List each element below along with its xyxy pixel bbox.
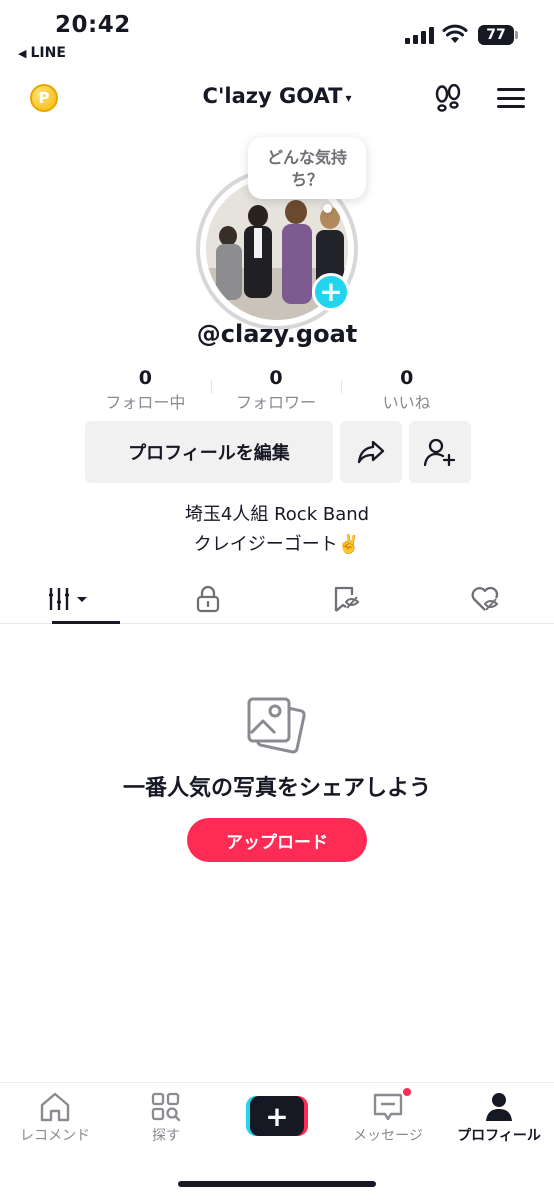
nav-label: レコメンド xyxy=(20,1128,90,1144)
nav-profile[interactable]: プロフィール xyxy=(444,1091,554,1145)
stat-likes[interactable]: 0 いいね xyxy=(341,366,472,418)
wifi-icon xyxy=(442,24,468,43)
battery-level: 77 xyxy=(486,27,506,43)
content-tabs xyxy=(0,574,554,624)
home-indicator[interactable] xyxy=(178,1181,376,1187)
liked-hidden-icon xyxy=(471,586,499,611)
stat-followers[interactable]: 0 フォロワー xyxy=(210,366,342,418)
profile-icon xyxy=(486,1093,512,1121)
footprints-icon[interactable] xyxy=(433,84,463,114)
inbox-icon xyxy=(373,1093,403,1121)
profile-header: P C'lazy GOAT ▾ xyxy=(0,72,554,124)
upload-button[interactable]: アップロード xyxy=(187,818,367,862)
plus-icon: + xyxy=(250,1096,304,1136)
create-button[interactable]: + xyxy=(246,1096,308,1136)
explore-icon xyxy=(151,1092,181,1122)
back-app-label: LINE xyxy=(30,45,66,61)
edit-profile-button[interactable]: プロフィールを編集 xyxy=(85,421,333,483)
plus-icon: + xyxy=(319,275,343,308)
profile-stats: 0 フォロー中 0 フォロワー 0 いいね xyxy=(80,366,472,418)
notification-dot xyxy=(401,1086,413,1098)
hamburger-menu-icon[interactable] xyxy=(497,85,525,111)
add-story-button[interactable]: + xyxy=(312,273,350,311)
status-bar: 20:42 ◀ LINE 77 xyxy=(0,0,554,70)
bio-line: 埼玉4人組 Rock Band xyxy=(184,504,370,525)
nav-inbox[interactable]: メッセージ xyxy=(333,1091,443,1145)
stat-label: フォロワー xyxy=(236,393,317,412)
bookmark-icon xyxy=(335,586,360,612)
add-user-icon xyxy=(424,438,456,467)
stat-label: いいね xyxy=(382,393,431,412)
empty-state-title: 一番人気の写真をシェアしよう xyxy=(122,776,431,801)
nav-explore[interactable]: 探す xyxy=(111,1091,221,1145)
profile-username: @clazy.goat xyxy=(196,320,358,348)
story-prompt-text: どんな気持ち？ xyxy=(266,148,347,189)
stat-following[interactable]: 0 フォロー中 xyxy=(80,366,211,418)
bio-line: クレイジーゴート✌️ xyxy=(193,534,361,555)
account-name: C'lazy GOAT xyxy=(202,84,343,108)
status-time: 20:42 xyxy=(55,12,131,38)
bubble-tail xyxy=(323,204,332,213)
account-switcher[interactable]: C'lazy GOAT ▾ xyxy=(0,84,554,108)
nav-label: メッセージ xyxy=(353,1128,423,1144)
stat-label: フォロー中 xyxy=(105,393,186,412)
grid-columns-icon xyxy=(49,587,88,610)
tab-saved[interactable] xyxy=(277,574,416,623)
lock-icon xyxy=(196,585,219,612)
nav-label: 探す xyxy=(152,1128,180,1144)
story-prompt-bubble[interactable]: どんな気持ち？ xyxy=(248,137,366,199)
stat-value: 0 xyxy=(400,367,414,389)
profile-actions: プロフィールを編集 xyxy=(85,421,471,483)
share-profile-button[interactable] xyxy=(340,421,402,483)
home-icon xyxy=(40,1092,70,1122)
photos-icon xyxy=(247,697,306,754)
tab-videos[interactable] xyxy=(0,574,139,624)
back-to-app-link[interactable]: ◀ LINE xyxy=(18,45,66,61)
stat-value: 0 xyxy=(138,367,152,389)
tab-liked[interactable] xyxy=(416,574,554,623)
chevron-down-icon: ▾ xyxy=(345,90,352,105)
stat-value: 0 xyxy=(269,367,283,389)
nav-home[interactable]: レコメンド xyxy=(0,1091,110,1145)
profile-bio: 埼玉4人組 Rock Band クレイジーゴート✌️ xyxy=(0,500,554,560)
nav-label: プロフィール xyxy=(457,1128,541,1144)
back-arrow-icon: ◀ xyxy=(18,46,27,60)
tab-private[interactable] xyxy=(139,574,278,623)
battery-icon: 77 xyxy=(478,25,518,45)
share-icon xyxy=(357,440,385,464)
add-friend-button[interactable] xyxy=(409,421,471,483)
cellular-signal-icon xyxy=(405,26,434,44)
